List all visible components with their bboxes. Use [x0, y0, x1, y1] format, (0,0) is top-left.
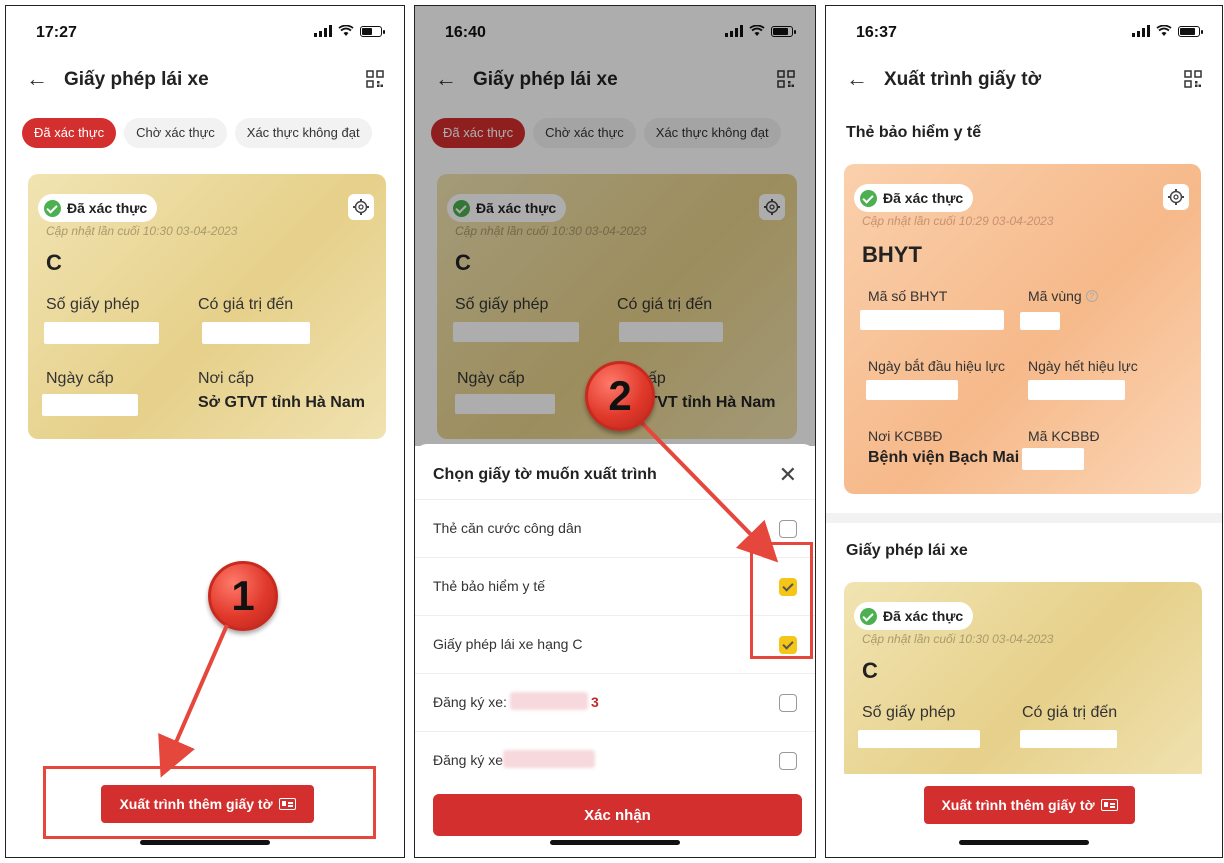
verified-badge: Đã xác thực: [854, 602, 974, 630]
valid-to-redacted: [202, 322, 310, 344]
redacted-plate: [510, 692, 588, 710]
wifi-icon: [1156, 25, 1172, 36]
back-arrow-icon[interactable]: ←: [26, 66, 48, 92]
hospital-value: Bệnh viện Bạch Mai: [868, 449, 1020, 466]
license-number-label: Số giấy phép: [46, 296, 140, 313]
end-date-label: Ngày hết hiệu lực: [1028, 358, 1138, 374]
gear-icon[interactable]: [1163, 184, 1189, 210]
gear-icon[interactable]: [348, 194, 374, 220]
section-title-health-insurance: Thẻ bảo hiểm y tế: [846, 124, 982, 141]
hospital-code-label: Mã KCBBĐ: [1028, 428, 1100, 444]
signal-icon: [1132, 25, 1150, 37]
issue-date-redacted: [42, 394, 138, 416]
wifi-icon: [338, 25, 354, 36]
highlight-box: [43, 766, 376, 839]
license-number-label: Số giấy phép: [862, 704, 956, 721]
valid-to-label: Có giá trị đến: [198, 296, 294, 313]
signal-icon: [314, 25, 332, 37]
section-title-driving-license: Giấy phép lái xe: [846, 542, 968, 559]
app-header: ← Giấy phép lái xe: [6, 58, 404, 102]
license-class: C: [862, 658, 878, 683]
highlight-box: [750, 542, 813, 659]
check-circle-icon: [860, 607, 877, 625]
last-updated: Cập nhật lần cuối 10:30 03-04-2023: [46, 224, 238, 238]
valid-to-redacted: [1020, 730, 1117, 748]
hospital-code-redacted: [1022, 448, 1084, 470]
help-icon[interactable]: ?: [1085, 290, 1098, 302]
status-time: 17:27: [36, 24, 77, 41]
issue-date-label: Ngày cấp: [46, 370, 114, 387]
sheet-title: Chọn giấy tờ muốn xuất trình: [433, 466, 657, 483]
issued-by-value: Sở GTVT tỉnh Hà Nam: [198, 394, 365, 411]
option-vehicle-registration-1[interactable]: Đăng ký xe: 3: [415, 674, 815, 732]
status-bar: 16:37: [826, 6, 1222, 54]
checkbox-vehicle-registration-2[interactable]: [779, 752, 797, 770]
id-card-icon: [1100, 799, 1118, 811]
health-insurance-card[interactable]: Đã xác thực Cập nhật lần cuối 10:29 03-0…: [844, 164, 1201, 494]
verified-badge: Đã xác thực: [854, 184, 974, 212]
status-icons: [1132, 25, 1203, 37]
status-icons: [314, 25, 385, 37]
option-vehicle-registration-2[interactable]: Đăng ký xe: [415, 732, 815, 790]
present-more-documents-button[interactable]: Xuất trình thêm giấy tờ: [924, 786, 1135, 824]
check-circle-icon: [44, 199, 61, 217]
qr-code-icon[interactable]: [366, 70, 384, 88]
check-circle-icon: [860, 189, 877, 207]
close-icon[interactable]: ✕: [779, 462, 797, 488]
screenshot-composite: 17:27 ← Giấy phép lái xe Đã xác thực Chờ…: [0, 0, 1224, 863]
region-code-label: Mã vùng?: [1028, 288, 1098, 304]
redacted-plate: [503, 750, 595, 768]
step-callout-1: 1: [208, 561, 278, 631]
home-indicator: [140, 840, 270, 845]
verified-badge: Đã xác thực: [38, 194, 158, 222]
hospital-label: Nơi KCBBĐ: [868, 428, 943, 444]
phone-screen-1: 17:27 ← Giấy phép lái xe Đã xác thực Chờ…: [5, 5, 405, 858]
page-title: Giấy phép lái xe: [64, 69, 209, 90]
tab-failed[interactable]: Xác thực không đạt: [234, 118, 372, 148]
qr-code-icon[interactable]: [1184, 70, 1202, 88]
step-callout-2: 2: [585, 361, 655, 431]
status-bar: 17:27: [6, 6, 404, 54]
start-date-label: Ngày bắt đầu hiệu lực: [868, 358, 1006, 374]
license-number-redacted: [44, 322, 159, 344]
insurance-code-label: Mã số BHYT: [868, 288, 948, 304]
tab-verified[interactable]: Đã xác thực: [22, 118, 117, 148]
card-name: BHYT: [862, 242, 922, 267]
app-header: ← Xuất trình giấy tờ: [826, 58, 1222, 102]
battery-icon: [360, 25, 385, 37]
license-class: C: [46, 250, 62, 275]
issued-by-label: Nơi cấp: [198, 370, 254, 387]
region-code-redacted: [1020, 312, 1060, 330]
start-date-redacted: [866, 380, 958, 400]
tab-pending[interactable]: Chờ xác thực: [124, 118, 227, 148]
last-updated: Cập nhật lần cuối 10:29 03-04-2023: [862, 214, 1054, 228]
phone-screen-2: 16:40 ← Giấy phép lái xe Đã xác thực Chờ…: [414, 5, 816, 858]
valid-to-label: Có giá trị đến: [1022, 704, 1118, 721]
confirm-button[interactable]: Xác nhận: [433, 794, 802, 836]
insurance-code-redacted: [860, 310, 1004, 330]
status-time: 16:37: [856, 24, 897, 41]
status-tabs: Đã xác thực Chờ xác thực Xác thực không …: [22, 118, 372, 148]
home-indicator: [550, 840, 680, 845]
phone-screen-3: 16:37 ← Xuất trình giấy tờ Thẻ bảo hiểm …: [825, 5, 1223, 858]
page-title: Xuất trình giấy tờ: [884, 69, 1042, 90]
end-date-redacted: [1028, 380, 1125, 400]
license-card[interactable]: Đã xác thực Cập nhật lần cuối 10:30 03-0…: [844, 582, 1202, 782]
battery-icon: [1178, 25, 1203, 37]
license-number-redacted: [858, 730, 980, 748]
back-arrow-icon[interactable]: ←: [846, 66, 868, 92]
last-updated: Cập nhật lần cuối 10:30 03-04-2023: [862, 632, 1054, 646]
home-indicator: [959, 840, 1089, 845]
checkbox-citizen-id[interactable]: [779, 520, 797, 538]
license-card[interactable]: Đã xác thực Cập nhật lần cuối 10:30 03-0…: [28, 174, 386, 439]
checkbox-vehicle-registration-1[interactable]: [779, 694, 797, 712]
